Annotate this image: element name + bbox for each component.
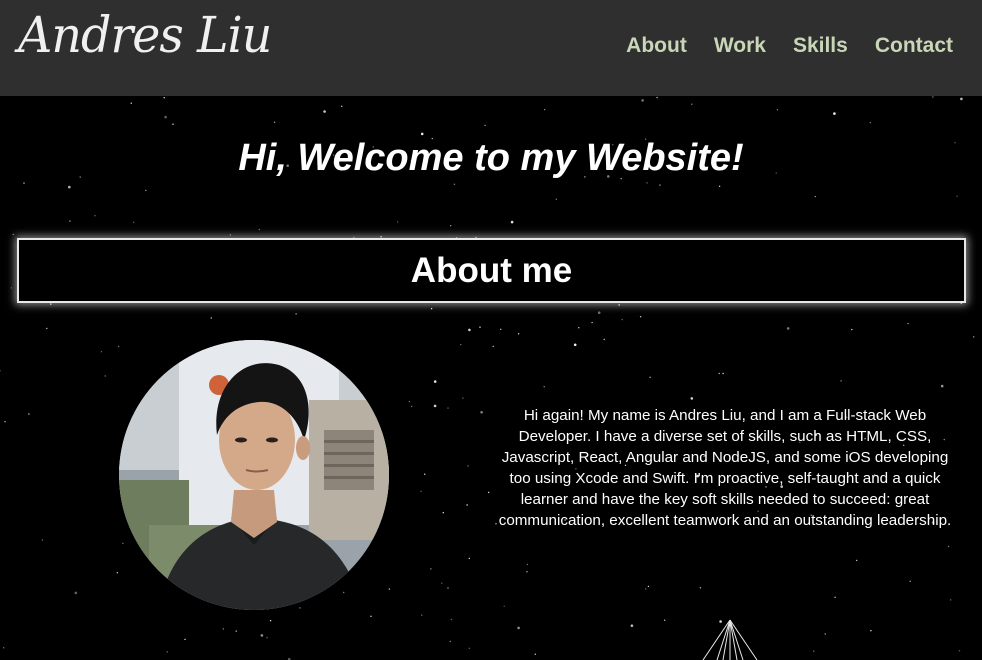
site-logo[interactable]: Andres Liu [18, 6, 272, 64]
nav-link-contact[interactable]: Contact [875, 34, 953, 58]
profile-photo [119, 340, 389, 610]
about-heading: About me [410, 250, 573, 290]
about-section-banner: About me [17, 238, 966, 303]
nav-link-about[interactable]: About [626, 34, 687, 58]
about-bio-text: Hi again! My name is Andres Liu, and I a… [498, 407, 952, 529]
main-nav: About Work Skills Contact [626, 34, 953, 58]
triangle-logo-icon [702, 619, 758, 660]
nav-link-skills[interactable]: Skills [793, 34, 848, 58]
welcome-heading: Hi, Welcome to my Website! [238, 137, 744, 179]
starfield-background [0, 96, 975, 660]
nav-link-work[interactable]: Work [714, 34, 766, 58]
site-header: Andres Liu About Work Skills Contact [0, 0, 982, 96]
